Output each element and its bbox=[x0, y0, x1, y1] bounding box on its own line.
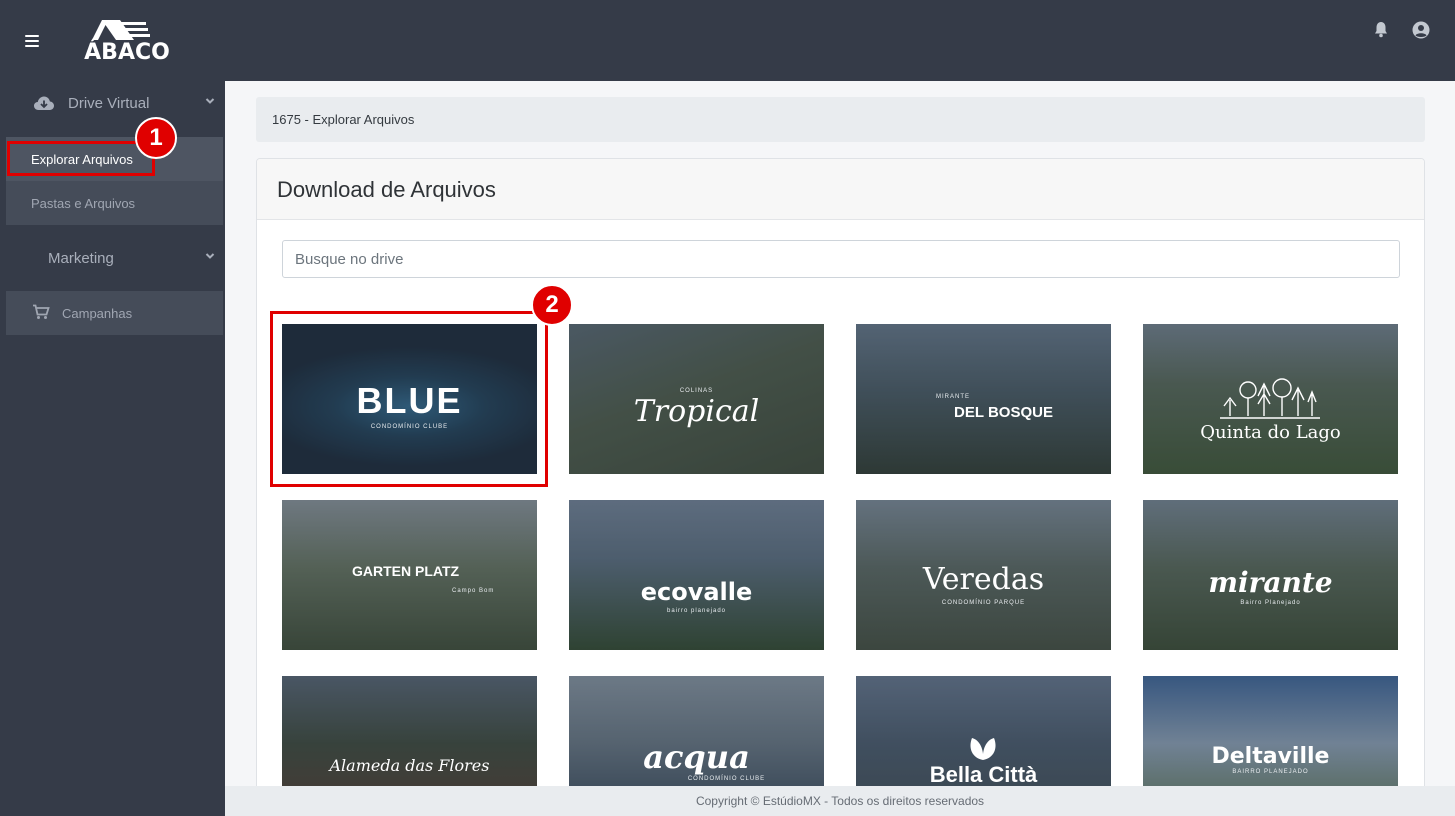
cart-icon bbox=[33, 304, 50, 319]
bell-icon[interactable] bbox=[1373, 21, 1389, 38]
sidebar-group-marketing[interactable]: Marketing bbox=[0, 236, 225, 282]
annotation-highlight-2 bbox=[270, 311, 548, 487]
breadcrumb-text: 1675 - Explorar Arquivos bbox=[272, 112, 415, 127]
hamburger-icon[interactable] bbox=[25, 35, 39, 47]
sidebar-item-campanhas[interactable]: Campanhas bbox=[6, 291, 223, 335]
card-header: Download de Arquivos bbox=[257, 159, 1424, 220]
image-overlay bbox=[282, 676, 537, 797]
project-label: mirante bbox=[1208, 566, 1333, 599]
project-tile-mirante[interactable]: mirante Bairro Planejado bbox=[1143, 500, 1398, 650]
project-label: Quinta do Lago bbox=[1200, 422, 1341, 443]
project-sublabel: bairro planejado bbox=[666, 608, 727, 614]
user-circle-icon[interactable] bbox=[1412, 21, 1430, 39]
abaco-logo-mark bbox=[92, 20, 150, 40]
page-title: Download de Arquivos bbox=[277, 177, 496, 202]
annotation-highlight-1 bbox=[7, 141, 155, 176]
project-label: Bella Città bbox=[929, 762, 1038, 787]
search-input[interactable] bbox=[282, 240, 1400, 278]
copyright-text: Copyright © EstúdioMX - Todos os direito… bbox=[695, 794, 985, 808]
project-tile-bella-citta[interactable]: Bella Città bbox=[856, 676, 1111, 797]
image-overlay bbox=[856, 324, 1111, 474]
sidebar-group-label: Marketing bbox=[48, 250, 114, 267]
project-tile-mirante-del-bosque[interactable]: MIRANTE DEL BOSQUE bbox=[856, 324, 1111, 474]
project-label: Tropical bbox=[633, 394, 760, 429]
chevron-down-icon bbox=[205, 253, 215, 259]
project-tile-acqua[interactable]: acqua CONDOMÍNIO CLUBE bbox=[569, 676, 824, 797]
image-overlay bbox=[569, 500, 824, 650]
project-sublabel: CONDOMÍNIO PARQUE bbox=[941, 600, 1026, 606]
project-sublabel: Bairro Planejado bbox=[1240, 600, 1301, 606]
project-tile-quinta-do-lago[interactable]: Quinta do Lago bbox=[1143, 324, 1398, 474]
project-tile-ecovalle[interactable]: ecovalle bairro planejado bbox=[569, 500, 824, 650]
sidebar-group-label: Drive Virtual bbox=[68, 95, 150, 112]
project-label: Deltaville bbox=[1211, 744, 1330, 769]
sidebar-item-label: Campanhas bbox=[62, 306, 133, 321]
abaco-logo[interactable]: ÁBACO bbox=[82, 18, 172, 65]
breadcrumb: 1675 - Explorar Arquivos bbox=[256, 97, 1425, 142]
image-overlay bbox=[1143, 676, 1398, 797]
project-tile-colinas-tropical[interactable]: COLINAS Tropical bbox=[569, 324, 824, 474]
project-sublabel: CONDOMÍNIO CLUBE bbox=[687, 776, 766, 782]
project-label: Alameda das Flores bbox=[329, 756, 490, 775]
project-label: DEL BOSQUE bbox=[954, 404, 1053, 421]
project-tile-veredas[interactable]: Veredas CONDOMÍNIO PARQUE bbox=[856, 500, 1111, 650]
project-tile-garten-platz[interactable]: GARTEN PLATZ Campo Bom bbox=[282, 500, 537, 650]
project-sublabel: BAIRRO PLANEJADO bbox=[1232, 769, 1309, 775]
top-navbar: ÁBACO bbox=[0, 0, 1455, 81]
cloud-download-icon bbox=[34, 96, 54, 110]
project-label: ecovalle bbox=[640, 578, 753, 606]
project-tile-alameda-das-flores[interactable]: Alameda das Flores bbox=[282, 676, 537, 797]
sidebar-group-drive-virtual[interactable]: Drive Virtual bbox=[0, 81, 225, 127]
project-label: GARTEN PLATZ bbox=[352, 563, 460, 579]
chevron-down-icon bbox=[205, 98, 215, 104]
project-tile-deltaville[interactable]: Deltaville BAIRRO PLANEJADO bbox=[1143, 676, 1398, 797]
project-sublabel: MIRANTE bbox=[936, 394, 970, 400]
footer: Copyright © EstúdioMX - Todos os direito… bbox=[225, 786, 1455, 816]
project-label: Veredas bbox=[922, 562, 1045, 597]
annotation-badge-1: 1 bbox=[135, 117, 177, 159]
tree-logo-icon bbox=[1220, 378, 1320, 419]
project-sublabel: Campo Bom bbox=[452, 588, 495, 594]
logo-text: ÁBACO bbox=[84, 40, 170, 65]
sidebar: Drive Virtual Explorar Arquivos Pastas e… bbox=[0, 81, 225, 816]
sidebar-item-pastas-e-arquivos[interactable]: Pastas e Arquivos bbox=[6, 181, 223, 225]
project-label: acqua bbox=[643, 738, 750, 776]
sidebar-item-label: Pastas e Arquivos bbox=[31, 196, 136, 211]
leaf-logo-icon bbox=[970, 738, 996, 760]
annotation-badge-2: 2 bbox=[531, 284, 573, 326]
